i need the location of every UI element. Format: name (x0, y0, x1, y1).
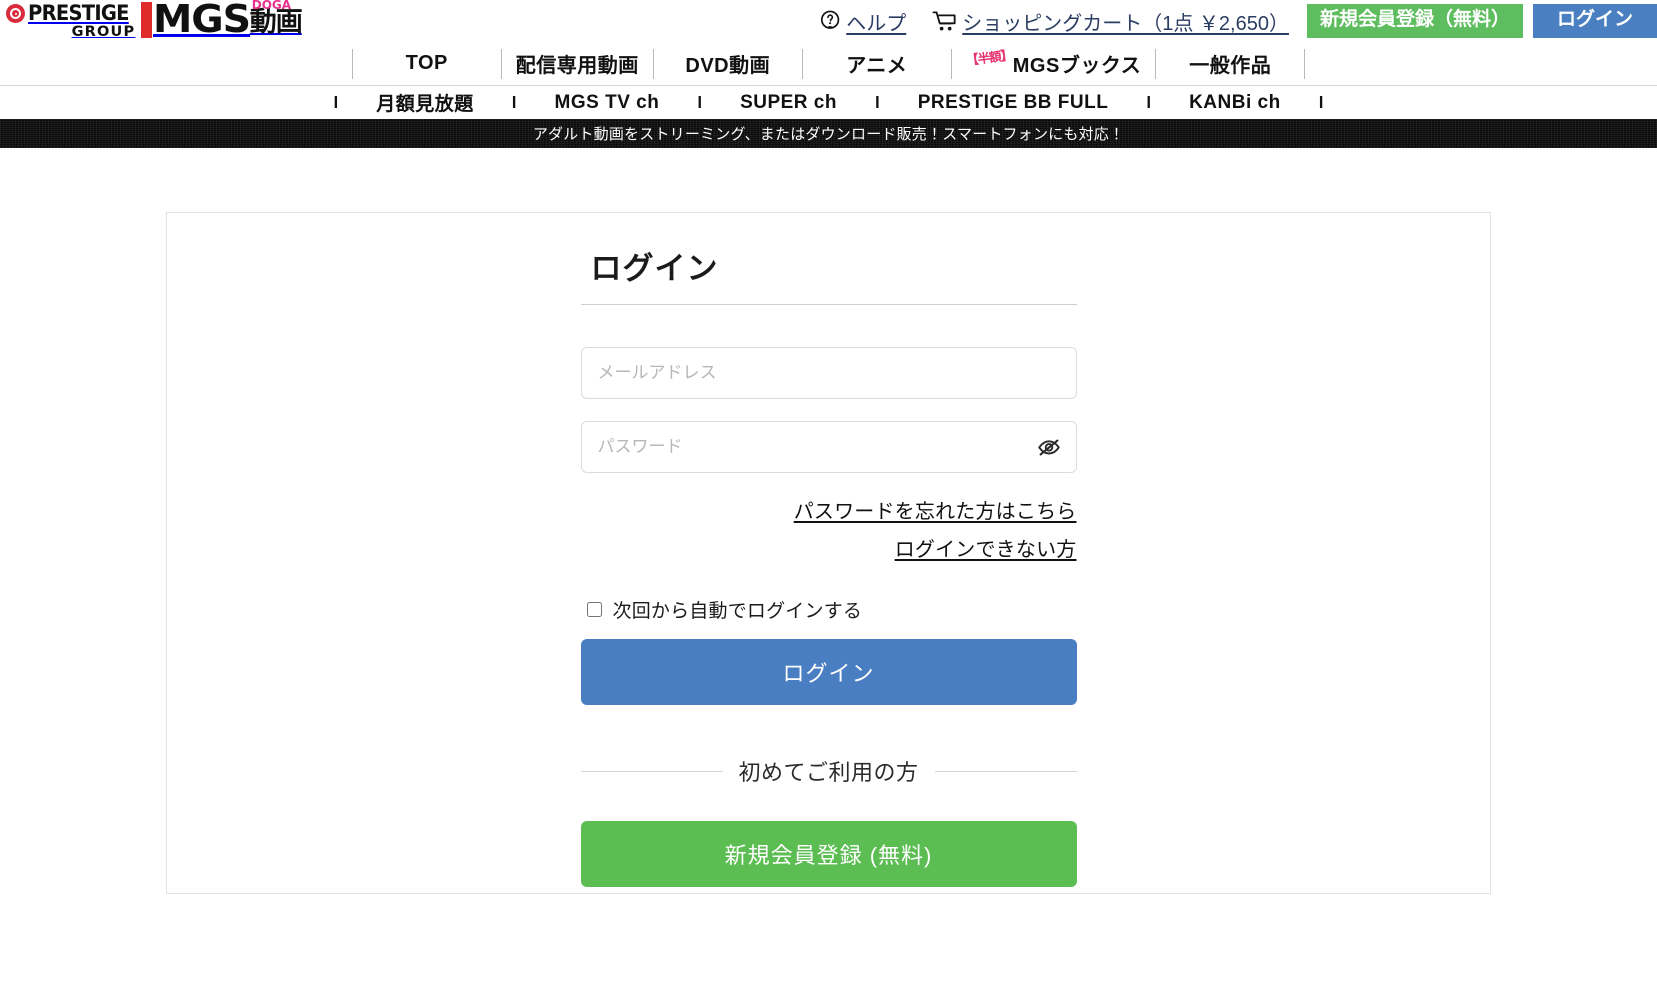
nav-sub-pipe: l (333, 92, 339, 112)
nav-separator (1304, 48, 1306, 79)
email-field-wrap (580, 347, 1077, 399)
forgot-password-link[interactable]: パスワードを忘れた方はこちら (581, 495, 1077, 524)
shopping-cart-label: ショッピングカート（1点 ￥2,650） (962, 12, 1289, 35)
nav-item-dvd[interactable]: DVD動画 (654, 49, 802, 79)
login-submit-button[interactable]: ログイン (580, 639, 1077, 705)
shopping-cart-link[interactable]: ショッピングカート（1点 ￥2,650） (932, 7, 1289, 36)
doga-japanese-text: 動画 (249, 7, 303, 38)
nav-item-streaming-only-label: 配信専用動画 (515, 55, 639, 77)
nav-item-streaming-only[interactable]: 配信専用動画 (502, 49, 653, 79)
nav-item-general-works-label: 一般作品 (1189, 55, 1272, 77)
doga-latin-text: DOGA (251, 0, 292, 12)
prestige-wordmark: PRESTIGE (28, 1, 130, 25)
prestige-group-text: GROUP (71, 24, 136, 40)
site-header: PRESTIGE GROUP MGS DOGA 動画 ヘルプ ショッピングカート… (0, 0, 1657, 42)
nav-sub-item-monthly[interactable]: 月額見放題 (342, 89, 508, 116)
register-button[interactable]: 新規会員登録 (無料) (580, 821, 1077, 887)
prestige-logo-row: PRESTIGE (6, 3, 136, 24)
nav-item-dvd-label: DVD動画 (685, 55, 771, 77)
header-login-button[interactable]: ログイン (1532, 4, 1657, 38)
help-link-label: ヘルプ (846, 12, 907, 35)
nav-sub-pipe: l (697, 92, 703, 112)
nav-item-top[interactable]: TOP (353, 49, 501, 79)
main-content: ログイン パスワードを忘れた方はこちら ログインできない方 (0, 148, 1657, 894)
header-register-button[interactable]: 新規会員登録（無料） (1306, 4, 1523, 38)
prestige-circle-icon (6, 4, 25, 23)
help-link[interactable]: ヘルプ (820, 7, 906, 36)
nav-item-mgs-books-label: MGSブックス (1012, 55, 1142, 77)
nav-item-anime-label: アニメ (846, 55, 908, 77)
promo-banner: アダルト動画をストリーミング、またはダウンロード販売！スマートフォンにも対応！ (0, 119, 1657, 148)
password-input[interactable] (580, 421, 1077, 473)
divider-line-left (580, 770, 723, 772)
nav-item-mgs-books[interactable]: 【半額】 MGSブックス (952, 48, 1155, 79)
page-title: ログイン (580, 237, 1077, 305)
nav-sub-pipe: l (1146, 92, 1152, 112)
doga-wordmark-wrap: DOGA 動画 (249, 0, 303, 38)
main-navigation: TOP 配信専用動画 DVD動画 アニメ 【半額】 MGSブックス 一般作品 (0, 42, 1657, 86)
shopping-cart-icon (932, 10, 957, 32)
site-logo[interactable]: PRESTIGE GROUP MGS DOGA 動画 (6, 0, 303, 41)
helper-links: パスワードを忘れた方はこちら ログインできない方 (581, 495, 1077, 562)
question-mark-circle-icon (820, 10, 842, 32)
nav-item-general-works[interactable]: 一般作品 (1156, 49, 1304, 79)
divider-label: 初めてご利用の方 (738, 760, 919, 785)
password-field-wrap (580, 421, 1077, 473)
nav-sub-item-super-ch[interactable]: SUPER ch (706, 92, 871, 114)
promo-banner-text: アダルト動画をストリーミング、またはダウンロード販売！スマートフォンにも対応！ (532, 126, 1125, 143)
login-form: ログイン パスワードを忘れた方はこちら ログインできない方 (580, 237, 1077, 887)
header-actions: ヘルプ ショッピングカート（1点 ￥2,650） 新規会員登録（無料） ログイン (820, 0, 1657, 42)
mgs-red-bar-icon (141, 2, 153, 38)
nav-item-top-label: TOP (405, 52, 448, 74)
eye-slash-icon[interactable] (1035, 433, 1063, 461)
divider-line-right (934, 770, 1077, 772)
nav-sub-item-mgs-tv-ch[interactable]: MGS TV ch (521, 92, 694, 114)
nav-sub-item-prestige-bb-full[interactable]: PRESTIGE BB FULL (884, 92, 1143, 114)
main-navigation-items: TOP 配信専用動画 DVD動画 アニメ 【半額】 MGSブックス 一般作品 (351, 48, 1306, 79)
remember-me-row: 次回から自動でログインする (581, 596, 1077, 623)
cannot-login-link[interactable]: ログインできない方 (581, 533, 1077, 562)
prestige-group-logo: PRESTIGE GROUP (6, 3, 136, 40)
remember-me-checkbox[interactable] (586, 602, 602, 617)
nav-item-anime[interactable]: アニメ (803, 49, 951, 79)
channel-navigation: l 月額見放題 l MGS TV ch l SUPER ch l PRESTIG… (0, 86, 1657, 119)
nav-sub-pipe: l (1318, 92, 1324, 112)
half-price-badge: 【半額】 (965, 48, 1013, 68)
mgs-wordmark: MGS (153, 0, 251, 41)
nav-sub-pipe: l (874, 92, 880, 112)
first-time-divider: 初めてご利用の方 (580, 755, 1077, 787)
nav-sub-item-kanbi-ch[interactable]: KANBi ch (1155, 92, 1315, 114)
channel-navigation-items: l 月額見放題 l MGS TV ch l SUPER ch l PRESTIG… (330, 89, 1328, 116)
login-card: ログイン パスワードを忘れた方はこちら ログインできない方 (166, 212, 1491, 894)
mgs-doga-logo: MGS DOGA 動画 (141, 0, 303, 41)
remember-me-label[interactable]: 次回から自動でログインする (613, 596, 863, 623)
nav-sub-pipe: l (511, 92, 517, 112)
email-input[interactable] (580, 347, 1077, 399)
